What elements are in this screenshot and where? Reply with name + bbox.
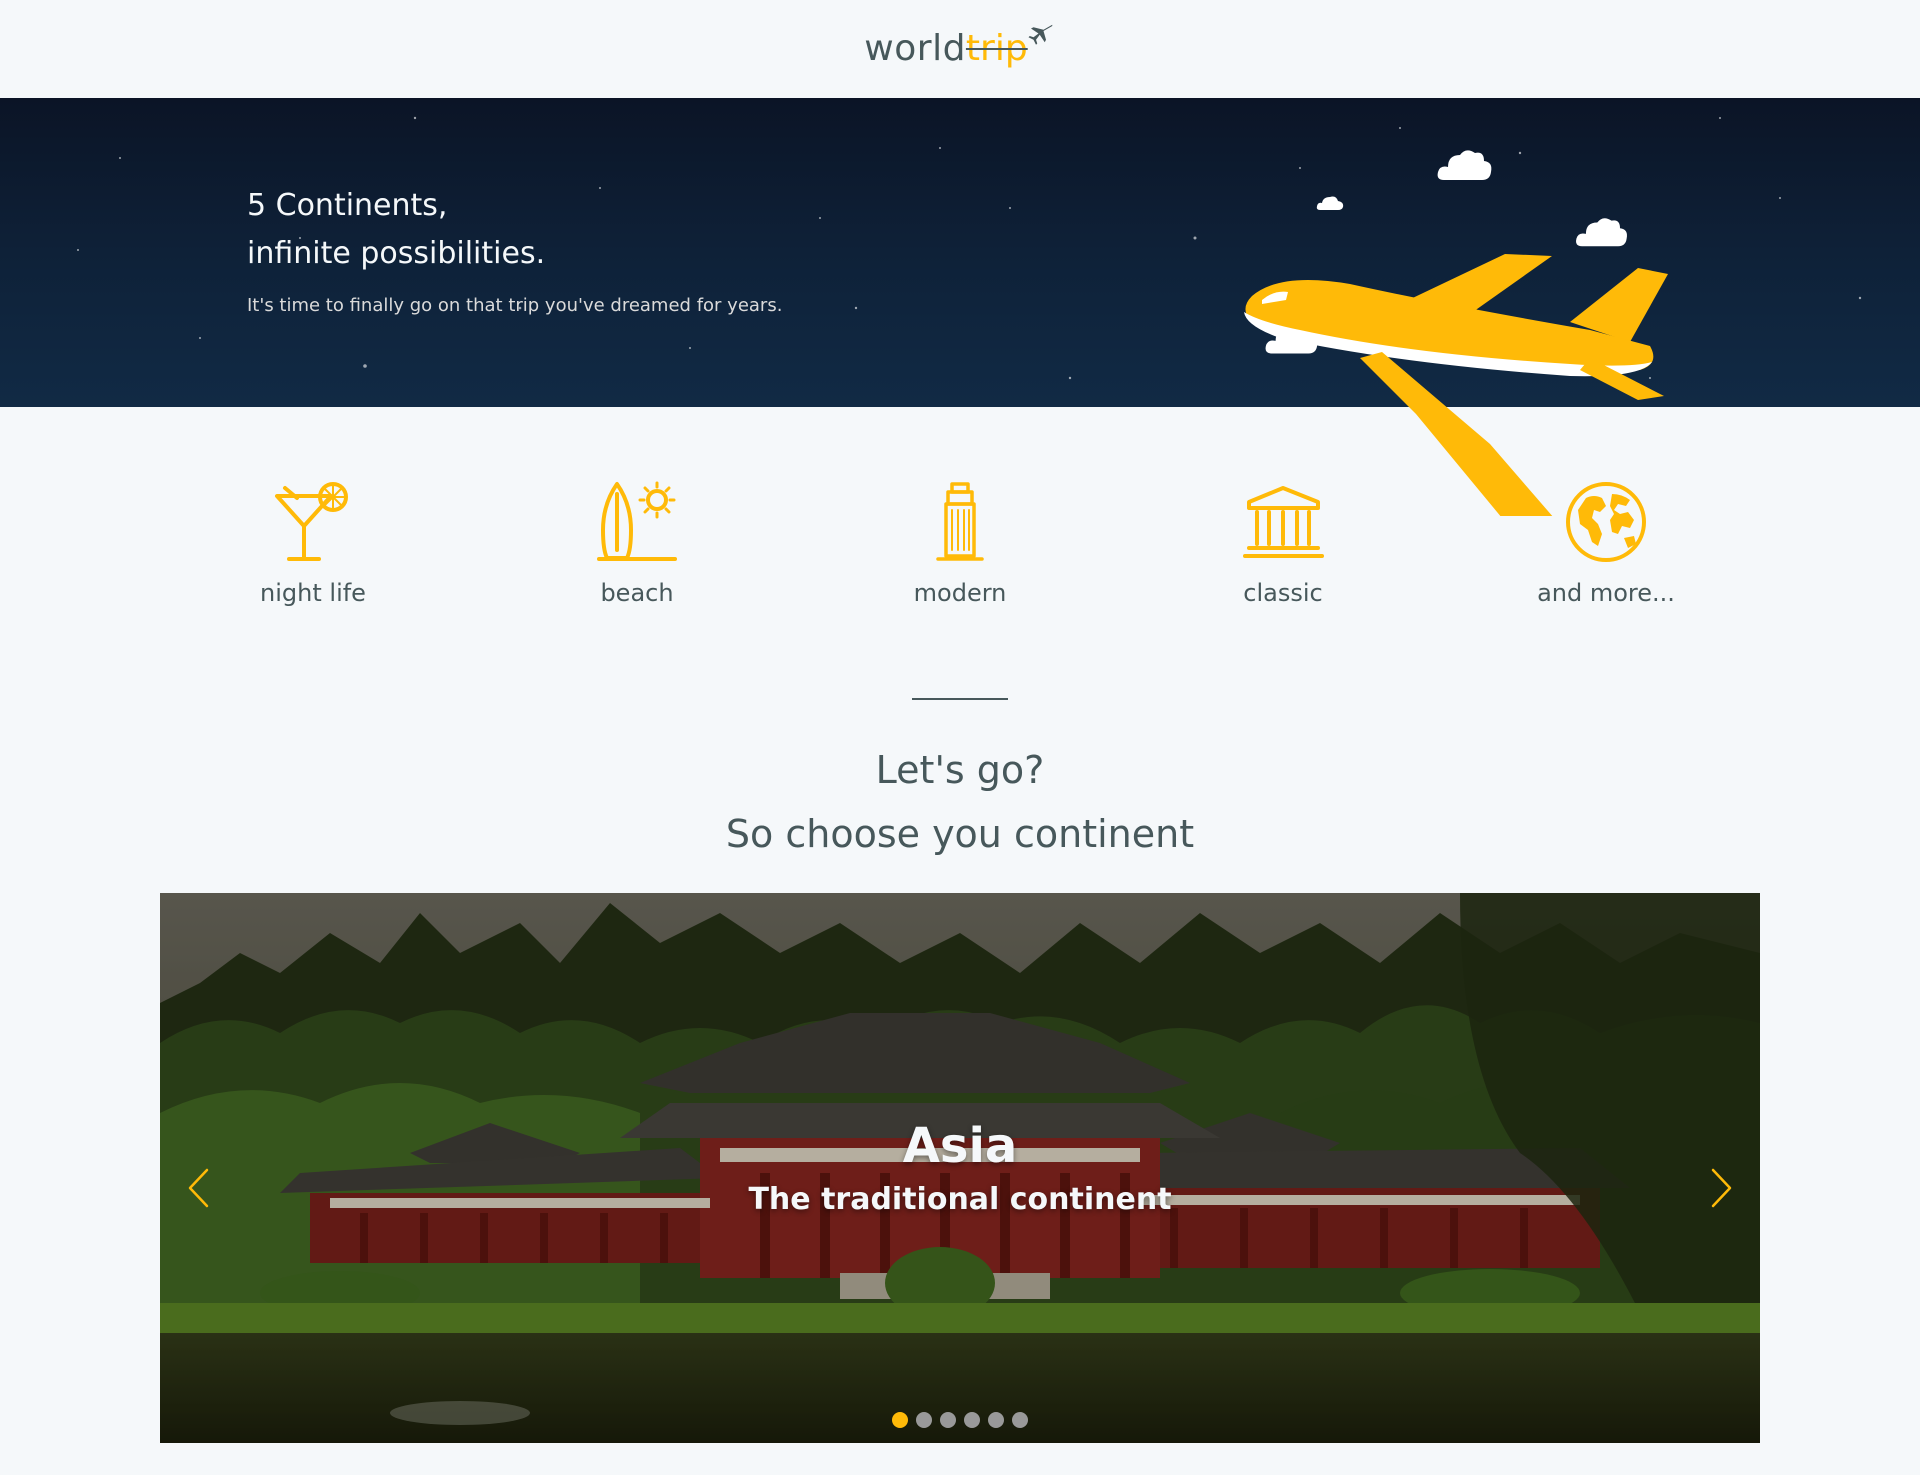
category-label: beach xyxy=(600,579,674,607)
chevron-right-icon xyxy=(1711,1168,1732,1208)
category-label: and more... xyxy=(1537,579,1675,607)
banner-title-line2: infinite possibilities. xyxy=(247,236,546,271)
category-modern[interactable]: modern xyxy=(850,480,1070,607)
skyscraper-icon xyxy=(935,482,984,561)
category-and-more[interactable]: and more... xyxy=(1496,480,1716,607)
chevron-left-icon xyxy=(188,1168,209,1208)
category-night-life[interactable]: night life xyxy=(203,480,423,607)
carousel-prev-button[interactable] xyxy=(178,1158,218,1218)
banner-title-line1: 5 Continents, xyxy=(247,188,448,223)
logo[interactable]: world trip xyxy=(864,19,1055,79)
cocktail-icon xyxy=(274,482,348,561)
cloud-icon xyxy=(1437,150,1492,180)
section-divider xyxy=(912,698,1008,700)
cta-line1: Let's go? xyxy=(875,748,1045,792)
carousel-next-button[interactable] xyxy=(1702,1158,1742,1218)
airplane-icon xyxy=(1028,24,1052,45)
slide-title: Asia xyxy=(902,1118,1018,1174)
carousel-dot[interactable] xyxy=(988,1412,1004,1428)
banner-title: 5 Continents, infinite possibilities. xyxy=(247,182,545,278)
airplane-illustration xyxy=(1244,254,1668,516)
continent-carousel[interactable]: Asia The traditional continent xyxy=(160,893,1760,1443)
carousel-pagination xyxy=(160,1412,1760,1428)
category-beach[interactable]: beach xyxy=(527,480,747,607)
hero-banner: 5 Continents, infinite possibilities. It… xyxy=(0,98,1920,516)
carousel-dot[interactable] xyxy=(892,1412,908,1428)
globe-icon xyxy=(1565,482,1646,562)
logo-trip-text: trip xyxy=(965,28,1028,69)
carousel-dot[interactable] xyxy=(964,1412,980,1428)
category-label: classic xyxy=(1243,579,1323,607)
logo-world-text: world xyxy=(864,28,966,69)
carousel-dot[interactable] xyxy=(1012,1412,1028,1428)
carousel-dot[interactable] xyxy=(916,1412,932,1428)
museum-icon xyxy=(1242,486,1324,558)
category-classic[interactable]: classic xyxy=(1173,480,1393,607)
call-to-action: Let's go? So choose you continent xyxy=(0,738,1920,866)
cloud-icon xyxy=(1316,196,1344,210)
travel-categories: night life beach modern classic and more… xyxy=(0,480,1920,630)
cta-line2: So choose you continent xyxy=(725,812,1195,856)
surfboard-sun-icon xyxy=(596,481,677,561)
category-label: modern xyxy=(913,579,1007,607)
category-label: night life xyxy=(260,579,366,607)
site-header: world trip xyxy=(0,0,1920,98)
slide-subtitle: The traditional continent xyxy=(748,1182,1172,1217)
carousel-dot[interactable] xyxy=(940,1412,956,1428)
banner-subtitle: It's time to finally go on that trip you… xyxy=(247,295,783,316)
slide-caption[interactable]: Asia The traditional continent xyxy=(160,1116,1760,1222)
